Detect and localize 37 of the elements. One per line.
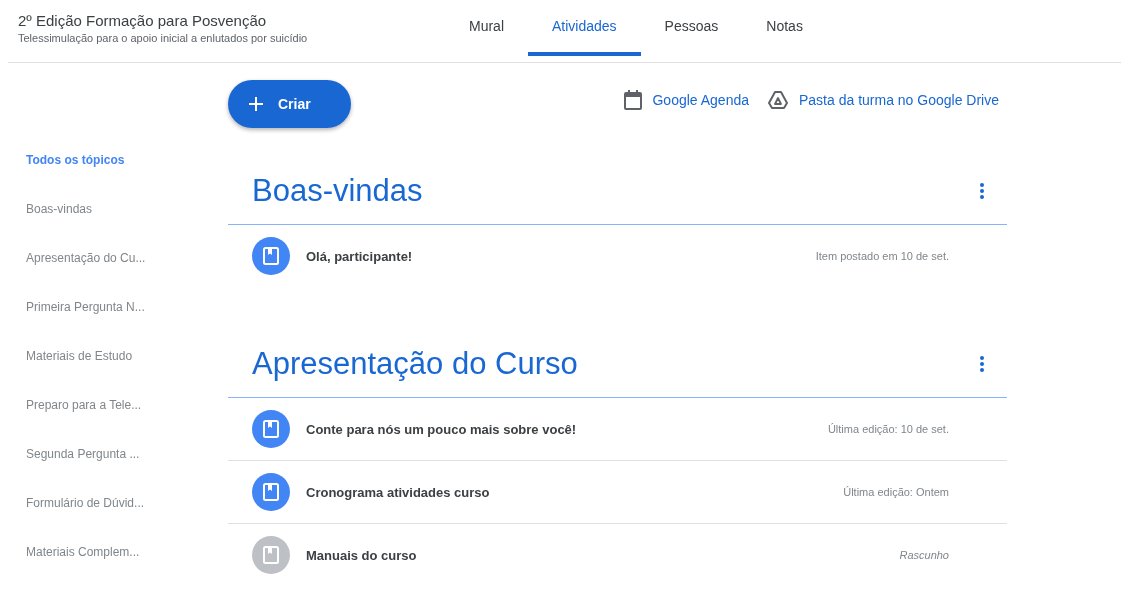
material-row[interactable]: Manuais do curso Rascunho	[228, 523, 1007, 586]
topic-title: Apresentação do Curso	[252, 346, 578, 382]
topic-link[interactable]: Todos os tópicos	[26, 151, 228, 169]
material-title: Manuais do curso	[306, 547, 418, 563]
drive-icon	[767, 90, 789, 110]
class-link[interactable]: Google Agenda	[624, 90, 749, 110]
material-title: Cronograma atividades curso	[306, 484, 491, 500]
material-row[interactable]: Cronograma atividades curso Última edição: Ontem	[228, 460, 1007, 523]
topic-link[interactable]: Boas-vindas	[26, 200, 228, 218]
topic-link[interactable]: Segunda Pergunta ...	[26, 445, 228, 463]
material-title: Conte para nós um pouco mais sobre você!	[306, 421, 578, 437]
material-row[interactable]: Olá, participante! Item postado em 10 de set.	[228, 225, 1007, 287]
topic-link[interactable]: Primeira Pergunta N...	[26, 298, 228, 316]
class-subtitle: Telessimulação para o apoio inicial a enlutados por suicídio	[18, 32, 309, 44]
topic-link[interactable]: Preparo para a Tele...	[26, 396, 228, 414]
material-row[interactable]: Conte para nós um pouco mais sobre você! Última edição: 10 de set.	[228, 398, 1007, 460]
plus-icon	[248, 96, 264, 112]
topic-title: Boas-vindas	[252, 173, 423, 209]
material-title: Olá, participante!	[306, 248, 414, 264]
nav-tab[interactable]: Pessoas	[640, 0, 743, 56]
topic-link[interactable]: Materiais de Estudo	[26, 347, 228, 365]
material-status: Rascunho	[899, 549, 949, 561]
material-status: Item postado em 10 de set.	[815, 250, 949, 262]
topic-link[interactable]: Apresentação do Cu...	[26, 249, 228, 267]
topic-link[interactable]: Formulário de Dúvid...	[26, 494, 228, 512]
calendar-icon	[624, 90, 643, 110]
class-link[interactable]: Pasta da turma no Google Drive	[767, 90, 999, 110]
material-status: Última edição: 10 de set.	[827, 423, 949, 435]
create-button[interactable]: Criar	[228, 80, 351, 128]
material-status: Última edição: Ontem	[843, 486, 949, 498]
nav-tab[interactable]: Atividades	[528, 0, 641, 56]
more-icon[interactable]	[979, 182, 985, 200]
nav-tab[interactable]: Notas	[742, 0, 827, 56]
more-icon[interactable]	[979, 355, 985, 373]
nav-tab[interactable]: Mural	[445, 0, 528, 56]
class-title: 2º Edição Formação para Posvenção	[18, 12, 268, 29]
topic-link[interactable]: Materiais Complem...	[26, 543, 228, 561]
